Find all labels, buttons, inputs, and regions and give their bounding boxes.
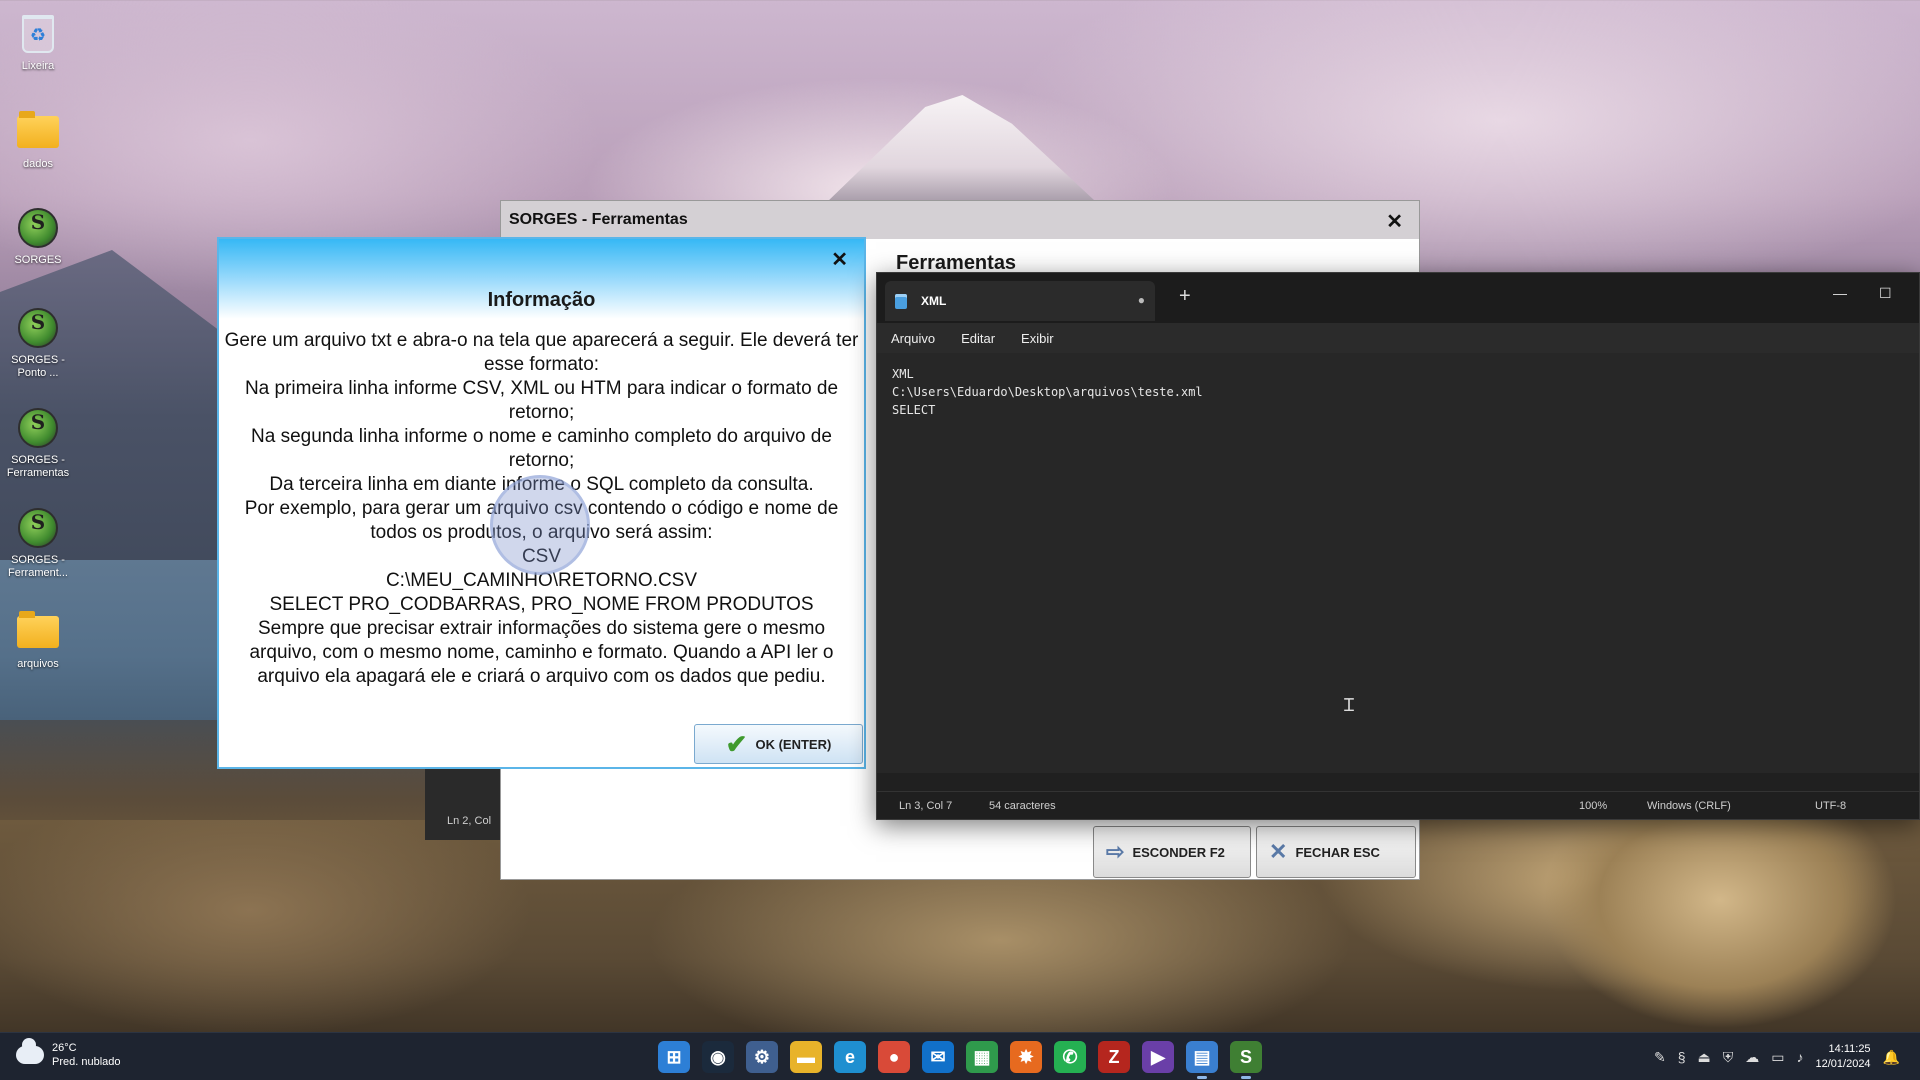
- arrow-right-icon: ⇨: [1106, 839, 1125, 864]
- defender-icon[interactable]: ⛨: [1723, 1049, 1734, 1066]
- maximize-icon[interactable]: ☐: [1879, 285, 1892, 302]
- esconder-button[interactable]: ⇨ ESCONDER F2: [1093, 826, 1251, 878]
- desktop-icon-label: SORGES - Ferrament...: [8, 554, 68, 579]
- steam-icon[interactable]: ◉: [702, 1041, 734, 1073]
- notepad-app-icon: [895, 293, 907, 309]
- editor-line: C:\Users\Eduardo\Desktop\arquivos\teste.…: [892, 385, 1203, 399]
- ok-label: OK (ENTER): [755, 736, 832, 752]
- weather-temp: 26°C: [52, 1042, 77, 1054]
- desktop-icon-sorges-ferramentas-2[interactable]: SORGES - Ferrament...: [0, 508, 76, 580]
- minimize-icon[interactable]: —: [1833, 285, 1847, 301]
- edge-icon[interactable]: e: [834, 1041, 866, 1073]
- desktop-icon-label: SORGES - Ponto ...: [11, 354, 65, 379]
- ferramentas-titlebar: SORGES - Ferramentas: [501, 201, 1419, 239]
- desktop-icon-label: SORGES - Ferramentas: [6, 454, 70, 479]
- chrome-icon[interactable]: ●: [878, 1041, 910, 1073]
- editor-line: SELECT: [892, 403, 936, 417]
- x-mark-icon: ✕: [1269, 839, 1288, 864]
- message-line: Sempre que precisar extrair informações …: [249, 618, 834, 687]
- folder-icon: [17, 611, 59, 648]
- desktop-icon-label: Lixeira: [21, 60, 55, 72]
- folder-icon: [17, 111, 59, 148]
- whatsapp-icon[interactable]: ✆: [1054, 1041, 1086, 1073]
- clock-date: 12/01/2024: [1815, 1058, 1871, 1070]
- status-line-ending[interactable]: Windows (CRLF): [1647, 800, 1731, 812]
- status-zoom[interactable]: 100%: [1579, 800, 1607, 812]
- message-line: Gere um arquivo txt e abra-o na tela que…: [224, 330, 859, 375]
- weather-widget[interactable]: 26°C Pred. nublado: [16, 1038, 121, 1069]
- settings-icon[interactable]: ⚙: [746, 1041, 778, 1073]
- sorges-icon: [18, 508, 58, 548]
- system-tray: ✎ § ⏏ ⛨ ☁ ▭ ♪ 14:11:25 12/01/2024 🔔: [1654, 1033, 1900, 1080]
- cloud-icon: [16, 1038, 44, 1064]
- filezilla-icon[interactable]: Z: [1098, 1041, 1130, 1073]
- status-char-count: 54 caracteres: [989, 800, 1056, 812]
- window-title: SORGES - Ferramentas: [509, 211, 688, 228]
- pen-icon[interactable]: ✎: [1654, 1049, 1666, 1066]
- sorges-icon: [18, 408, 58, 448]
- network-icon[interactable]: ▭: [1771, 1049, 1784, 1066]
- notepad-window: XML ● + — ☐ Arquivo Editar Exibir XML C:…: [876, 272, 1920, 820]
- sorges-icon: [18, 208, 58, 248]
- desktop-icon-sorges-ferramentas[interactable]: SORGES - Ferramentas: [0, 408, 76, 480]
- desktop-icon-label: arquivos: [17, 658, 59, 670]
- message-line: Na primeira linha informe CSV, XML ou HT…: [244, 378, 839, 423]
- outlook-icon[interactable]: ✉: [922, 1041, 954, 1073]
- close-icon[interactable]: ✕: [1386, 209, 1403, 234]
- desktop-icon-lixeira[interactable]: ♻ Lixeira: [0, 14, 76, 73]
- clock-time: 14:11:25: [1828, 1043, 1871, 1055]
- sorges-tray-icon[interactable]: §: [1678, 1049, 1686, 1065]
- sorges-icon: [18, 308, 58, 348]
- text-cursor-icon: Ɪ: [1344, 695, 1355, 715]
- notepad-tab[interactable]: XML ●: [885, 281, 1155, 321]
- text-editor[interactable]: XML C:\Users\Eduardo\Desktop\arquivos\te…: [877, 353, 1919, 773]
- menu-exibir[interactable]: Exibir: [1021, 331, 1054, 346]
- notepad-titlebar: XML ● + — ☐: [877, 273, 1919, 323]
- close-icon[interactable]: ✕: [831, 247, 848, 272]
- tab-name: XML: [921, 294, 947, 308]
- volume-icon[interactable]: ♪: [1797, 1049, 1804, 1065]
- status-position: Ln 3, Col 7: [899, 800, 953, 812]
- status-encoding[interactable]: UTF-8: [1815, 800, 1846, 812]
- checkmark-icon: ✔: [725, 729, 748, 759]
- desktop-icon-label: dados: [23, 158, 53, 170]
- menu-editar[interactable]: Editar: [961, 331, 995, 346]
- fechar-button[interactable]: ✕ FECHAR ESC: [1256, 826, 1416, 878]
- clock[interactable]: 14:11:25 12/01/2024: [1816, 1042, 1871, 1072]
- unsaved-indicator-icon[interactable]: ●: [1138, 293, 1145, 307]
- status-position-partial: Ln 2, Col: [447, 815, 492, 827]
- notepad-menubar: Arquivo Editar Exibir: [877, 323, 1919, 353]
- weather-desc: Pred. nublado: [52, 1056, 121, 1068]
- message-line: Na segunda linha informe o nome e caminh…: [251, 426, 832, 471]
- fechar-label: FECHAR ESC: [1295, 844, 1380, 860]
- spreadsheet-icon[interactable]: ▦: [966, 1041, 998, 1073]
- message-line: SELECT PRO_CODBARRAS, PRO_NOME FROM PROD…: [269, 594, 814, 615]
- desktop-icon-dados[interactable]: dados: [0, 111, 76, 171]
- desktop-icon-label: SORGES: [14, 254, 62, 266]
- recycle-bin-icon: ♻: [22, 15, 54, 53]
- onedrive-icon[interactable]: ☁: [1745, 1049, 1759, 1066]
- dialog-title: Informação: [487, 289, 596, 311]
- desktop-icon-arquivos[interactable]: arquivos: [0, 611, 76, 671]
- menu-arquivo[interactable]: Arquivo: [891, 331, 935, 346]
- desktop-icon-sorges-ponto[interactable]: SORGES - Ponto ...: [0, 308, 76, 380]
- video-editor-icon[interactable]: ▶: [1142, 1041, 1174, 1073]
- ok-button[interactable]: ✔ OK (ENTER): [694, 724, 863, 764]
- taskbar: 26°C Pred. nublado ⊞ ◉ ⚙ ▬ e ● ✉ ▦ ✸ ✆ Z…: [0, 1032, 1920, 1080]
- cursor-highlight: [490, 475, 590, 575]
- sorges-icon[interactable]: S: [1230, 1041, 1262, 1079]
- start-icon[interactable]: ⊞: [658, 1041, 690, 1073]
- file-explorer-icon[interactable]: ▬: [790, 1041, 822, 1073]
- usb-icon[interactable]: ⏏: [1698, 1049, 1711, 1066]
- taskbar-apps: ⊞ ◉ ⚙ ▬ e ● ✉ ▦ ✸ ✆ Z ▶ ▤ S: [658, 1041, 1262, 1079]
- notification-bell-icon[interactable]: 🔔: [1883, 1049, 1900, 1066]
- firefox-icon[interactable]: ✸: [1010, 1041, 1042, 1073]
- esconder-label: ESCONDER F2: [1132, 844, 1225, 860]
- editor-line: XML: [892, 367, 914, 381]
- desktop-icon-sorges[interactable]: SORGES: [0, 208, 76, 267]
- new-tab-button[interactable]: +: [1179, 285, 1191, 308]
- notepad-statusbar: Ln 3, Col 7 54 caracteres 100% Windows (…: [877, 791, 1919, 819]
- notepad-icon[interactable]: ▤: [1186, 1041, 1218, 1079]
